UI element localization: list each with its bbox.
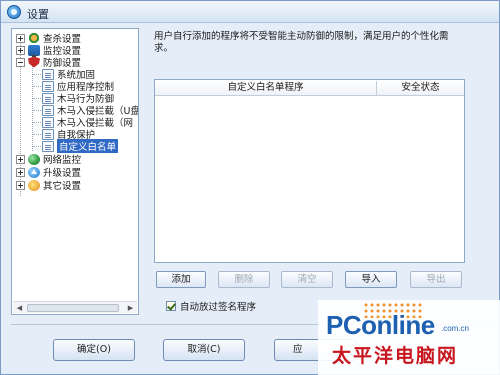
auto-allow-signed-label: 自动放过签名程序 <box>180 302 257 313</box>
tree-item-custom-whitelist[interactable]: 自定义白名单 <box>42 139 119 153</box>
globe-icon <box>28 153 40 165</box>
monitor-icon <box>28 44 40 57</box>
shield-icon <box>28 56 40 68</box>
expand-icon[interactable] <box>16 45 25 55</box>
watermark-chinese: 太平洋电脑网 <box>332 345 459 367</box>
pconline-watermark: PConline .com.cn 太平洋电脑网 <box>318 300 500 375</box>
expand-icon[interactable] <box>16 180 25 190</box>
app-shield-icon <box>7 5 21 19</box>
add-button[interactable]: 添加 <box>156 271 206 288</box>
window-title: 设置 <box>27 8 49 21</box>
tree-item-network-monitor[interactable]: 网络监控 <box>16 153 81 166</box>
whitelist-table[interactable]: 自定义白名单程序 安全状态 <box>154 79 465 263</box>
export-button[interactable]: 导出 <box>410 271 462 288</box>
settings-tree-panel: 查杀设置 监控设置 防御设置 系统加固 应用程序控制 木马行为防御 木马入侵拦截… <box>11 28 139 315</box>
doc-icon <box>42 140 54 152</box>
scroll-thumb[interactable] <box>27 304 119 312</box>
update-icon <box>28 166 40 178</box>
title-bar: 设置 <box>1 1 499 23</box>
table-header: 自定义白名单程序 安全状态 <box>155 80 464 96</box>
tree-item-update-settings[interactable]: 升级设置 <box>16 166 81 179</box>
cancel-button[interactable]: 取消(C) <box>163 339 245 361</box>
doc-icon <box>42 92 54 104</box>
whitelist-description: 用户自行添加的程序将不受智能主动防御的限制，满足用户的个性化需求。 <box>154 31 449 54</box>
doc-icon <box>42 68 54 80</box>
scan-icon <box>28 32 40 44</box>
auto-allow-signed-checkbox[interactable] <box>166 301 176 311</box>
other-icon <box>28 179 40 191</box>
collapse-icon[interactable] <box>16 57 25 67</box>
watermark-domain: .com.cn <box>441 324 470 333</box>
doc-icon <box>42 104 54 116</box>
clear-button[interactable]: 清空 <box>281 271 333 288</box>
import-button[interactable]: 导入 <box>345 271 397 288</box>
doc-icon <box>42 80 54 92</box>
expand-icon[interactable] <box>16 154 25 164</box>
expand-icon[interactable] <box>16 167 25 177</box>
doc-icon <box>42 128 54 140</box>
watermark-brand: PConline <box>326 310 435 340</box>
tree-item-other-settings[interactable]: 其它设置 <box>16 179 81 192</box>
ok-button[interactable]: 确定(O) <box>53 339 135 361</box>
column-header-program[interactable]: 自定义白名单程序 <box>155 80 376 96</box>
tree-horizontal-scrollbar[interactable]: ◀ ▶ <box>13 301 137 313</box>
delete-button[interactable]: 删除 <box>218 271 270 288</box>
auto-allow-signed-row[interactable]: 自动放过签名程序 <box>166 299 256 313</box>
scroll-right-icon[interactable]: ▶ <box>125 303 136 312</box>
scroll-left-icon[interactable]: ◀ <box>14 303 25 312</box>
doc-icon <box>42 116 54 128</box>
expand-icon[interactable] <box>16 33 25 43</box>
column-header-status[interactable]: 安全状态 <box>377 80 464 96</box>
